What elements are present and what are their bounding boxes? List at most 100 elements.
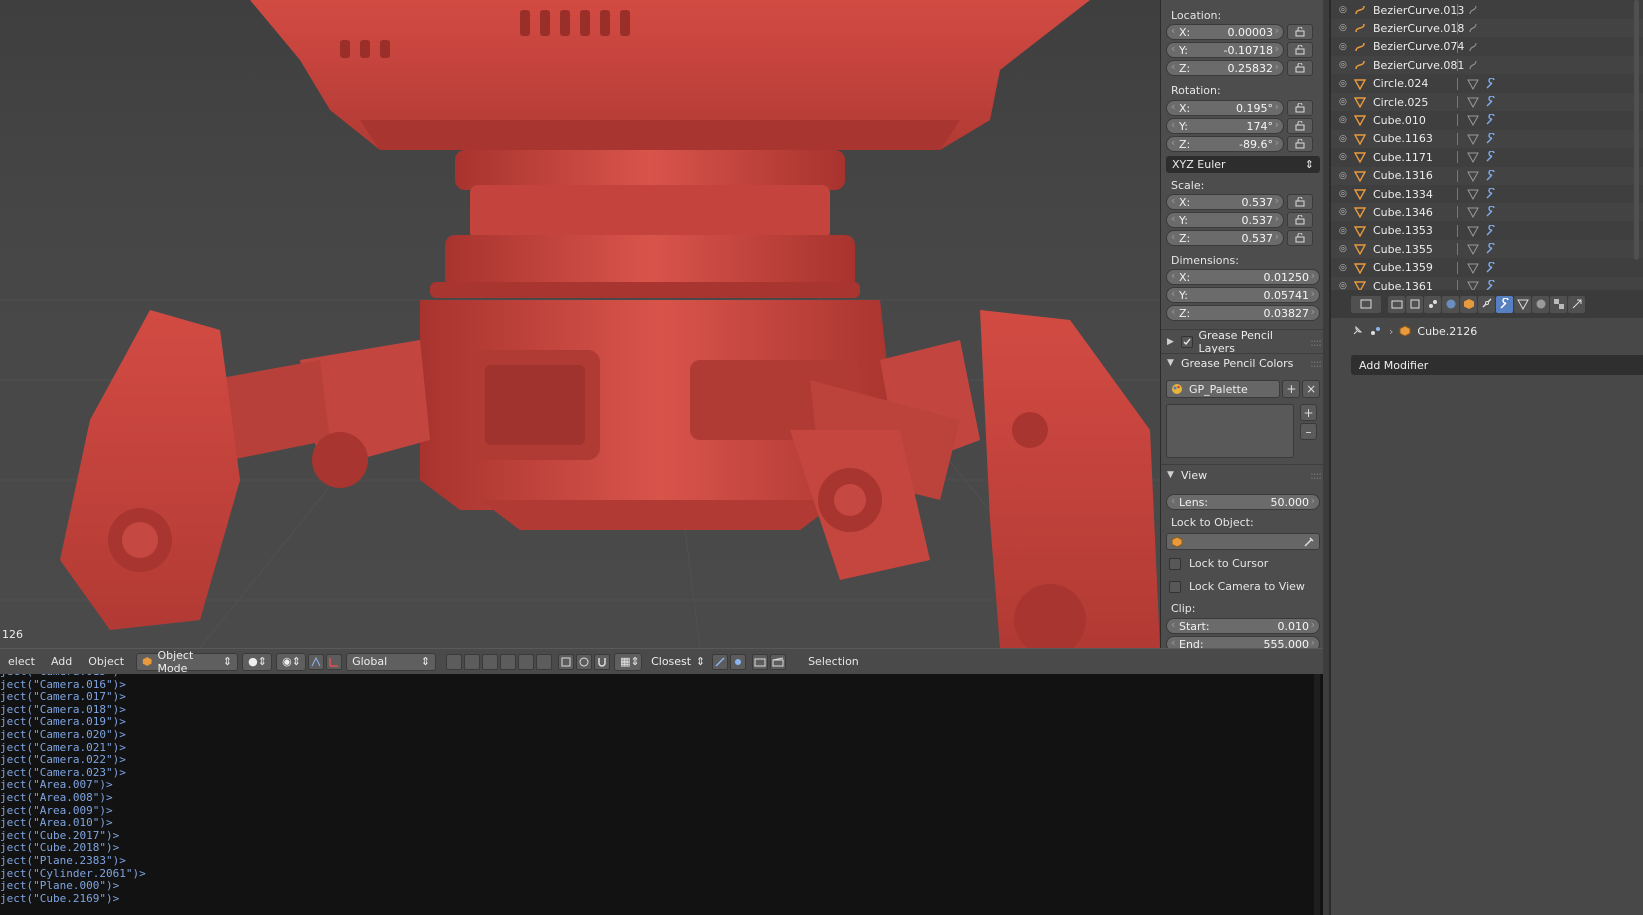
snap-project-button[interactable]: [730, 653, 747, 670]
scale-z-field[interactable]: Z:0.537: [1166, 230, 1284, 246]
console-scrollbar[interactable]: [1314, 674, 1320, 915]
menu-add[interactable]: Add: [43, 655, 80, 668]
tab-object[interactable]: [1460, 295, 1477, 313]
lock-to-cursor-toggle[interactable]: Lock to Cursor: [1169, 557, 1268, 570]
proportional-edit-button[interactable]: [576, 653, 593, 670]
scale-y-field[interactable]: Y:0.537: [1166, 212, 1284, 228]
expand-arrow-icon[interactable]: ◎: [1339, 244, 1351, 254]
layer-button[interactable]: [482, 653, 499, 670]
tab-data[interactable]: [1514, 295, 1531, 313]
manipulator-toggle[interactable]: [308, 653, 325, 670]
snap-toggle[interactable]: [594, 653, 611, 670]
wrench-icon[interactable]: [1484, 169, 1498, 183]
tab-modifiers[interactable]: [1496, 295, 1513, 313]
drag-grip-icon[interactable]: ::::: [1310, 469, 1322, 482]
rotation-y-field[interactable]: Y:174°: [1166, 118, 1284, 134]
outliner[interactable]: ◎ BezierCurve.013 ◎ BezierCurve.018 ◎ BezierC…: [1329, 0, 1643, 290]
lock-rotation-y-button[interactable]: [1287, 118, 1313, 134]
outliner-item[interactable]: ◎ Cube.1355: [1331, 240, 1643, 259]
expand-arrow-icon[interactable]: ◎: [1339, 281, 1351, 290]
tab-constraints[interactable]: [1478, 295, 1495, 313]
tab-material[interactable]: [1532, 295, 1549, 313]
expand-arrow-icon[interactable]: ◎: [1339, 79, 1351, 89]
outliner-item[interactable]: ◎ Cube.010: [1331, 111, 1643, 129]
mesh-data-icon[interactable]: [1466, 150, 1480, 164]
lock-object-field[interactable]: [1166, 533, 1320, 550]
grease-pencil-layers-header[interactable]: ▶ Grease Pencil Layers ::::: [1167, 329, 1322, 355]
outliner-item[interactable]: ◎ Cube.1163: [1331, 129, 1643, 148]
expand-arrow-icon[interactable]: ◎: [1339, 115, 1351, 125]
expand-arrow-icon[interactable]: ◎: [1339, 97, 1351, 107]
checkbox[interactable]: [1169, 557, 1181, 570]
enable-checkbox[interactable]: [1180, 336, 1193, 348]
expand-arrow-icon[interactable]: ◎: [1339, 152, 1351, 162]
outliner-item[interactable]: ◎ Cube.1359: [1331, 259, 1643, 277]
render-animation-button[interactable]: [770, 653, 787, 670]
expand-arrow-icon[interactable]: ◎: [1339, 263, 1351, 273]
view-section-header[interactable]: ▼ View ::::: [1167, 466, 1322, 484]
lock-location-z-button[interactable]: [1287, 60, 1313, 76]
wrench-icon[interactable]: [1484, 150, 1498, 164]
eyedropper-icon[interactable]: [1303, 536, 1315, 548]
menu-select[interactable]: elect: [0, 655, 43, 668]
outliner-item[interactable]: ◎ BezierCurve.018: [1331, 19, 1643, 38]
pivot-dropdown[interactable]: ◉ ⇕: [276, 652, 307, 671]
scale-x-field[interactable]: X:0.537: [1166, 194, 1284, 210]
outliner-item[interactable]: ◎ BezierCurve.074: [1331, 38, 1643, 56]
dimensions-z-field[interactable]: Z:0.03827: [1166, 305, 1320, 321]
add-modifier-dropdown[interactable]: Add Modifier: [1351, 355, 1643, 375]
wrench-icon[interactable]: [1484, 242, 1498, 256]
outliner-item[interactable]: ◎ Cube.1346: [1331, 203, 1643, 222]
expand-arrow-icon[interactable]: ◎: [1339, 171, 1351, 181]
mesh-data-icon[interactable]: [1466, 187, 1480, 201]
location-x-field[interactable]: X:0.00003: [1166, 24, 1284, 40]
tab-texture[interactable]: [1550, 295, 1567, 313]
location-z-field[interactable]: Z:0.25832: [1166, 60, 1284, 76]
tab-scene[interactable]: [1424, 295, 1441, 313]
render-opengl-button[interactable]: [752, 653, 769, 670]
remove-palette-button[interactable]: ×: [1302, 380, 1321, 398]
dimensions-y-field[interactable]: Y:0.05741: [1166, 287, 1320, 303]
wrench-icon[interactable]: [1484, 279, 1498, 290]
wrench-icon[interactable]: [1484, 205, 1498, 219]
palette-field[interactable]: GP_Palette: [1166, 380, 1281, 398]
mesh-data-icon[interactable]: [1466, 113, 1480, 127]
3d-viewport[interactable]: 126: [0, 0, 1160, 648]
outliner-item[interactable]: ◎ Cube.1171: [1331, 148, 1643, 166]
lock-scale-y-button[interactable]: [1287, 212, 1313, 228]
outliner-item[interactable]: ◎ BezierCurve.081: [1331, 56, 1643, 75]
snap-element-dropdown[interactable]: ▦ ⇕: [614, 652, 643, 671]
curve-data-icon[interactable]: [1466, 3, 1480, 17]
pin-icon[interactable]: [1351, 325, 1363, 337]
rotation-mode-dropdown[interactable]: XYZ Euler ⇕: [1166, 156, 1320, 173]
lens-field[interactable]: Lens:50.000: [1166, 494, 1320, 510]
editor-type-dropdown[interactable]: [1351, 295, 1381, 313]
snap-align-button[interactable]: [712, 653, 729, 670]
tab-world[interactable]: [1442, 295, 1459, 313]
mesh-data-icon[interactable]: [1466, 224, 1480, 238]
mesh-data-icon[interactable]: [1466, 169, 1480, 183]
mesh-data-icon[interactable]: [1466, 77, 1480, 91]
expand-arrow-icon[interactable]: ◎: [1339, 189, 1351, 199]
lock-scale-x-button[interactable]: [1287, 194, 1313, 210]
grease-pencil-colors-header[interactable]: ▼ Grease Pencil Colors ::::: [1167, 354, 1322, 372]
wrench-icon[interactable]: [1484, 224, 1498, 238]
expand-arrow-icon[interactable]: ◎: [1339, 226, 1351, 236]
mesh-data-icon[interactable]: [1466, 279, 1480, 290]
location-y-field[interactable]: Y:-0.10718: [1166, 42, 1284, 58]
layer-button[interactable]: [518, 653, 535, 670]
outliner-item[interactable]: ◎ Circle.024: [1331, 75, 1643, 93]
expand-arrow-icon[interactable]: ◎: [1339, 5, 1351, 15]
wrench-icon[interactable]: [1484, 261, 1498, 275]
layer-button[interactable]: [536, 653, 553, 670]
mesh-data-icon[interactable]: [1466, 261, 1480, 275]
lock-location-x-button[interactable]: [1287, 24, 1313, 40]
wrench-icon[interactable]: [1484, 113, 1498, 127]
shading-dropdown[interactable]: ● ⇕: [242, 652, 273, 671]
tab-render[interactable]: [1388, 295, 1405, 313]
expand-arrow-icon[interactable]: ◎: [1339, 207, 1351, 217]
curve-data-icon[interactable]: [1466, 21, 1480, 35]
expand-arrow-icon[interactable]: ◎: [1339, 134, 1351, 144]
orientation-dropdown[interactable]: Global ⇕: [346, 652, 437, 671]
layer-lock-button[interactable]: [558, 653, 575, 670]
